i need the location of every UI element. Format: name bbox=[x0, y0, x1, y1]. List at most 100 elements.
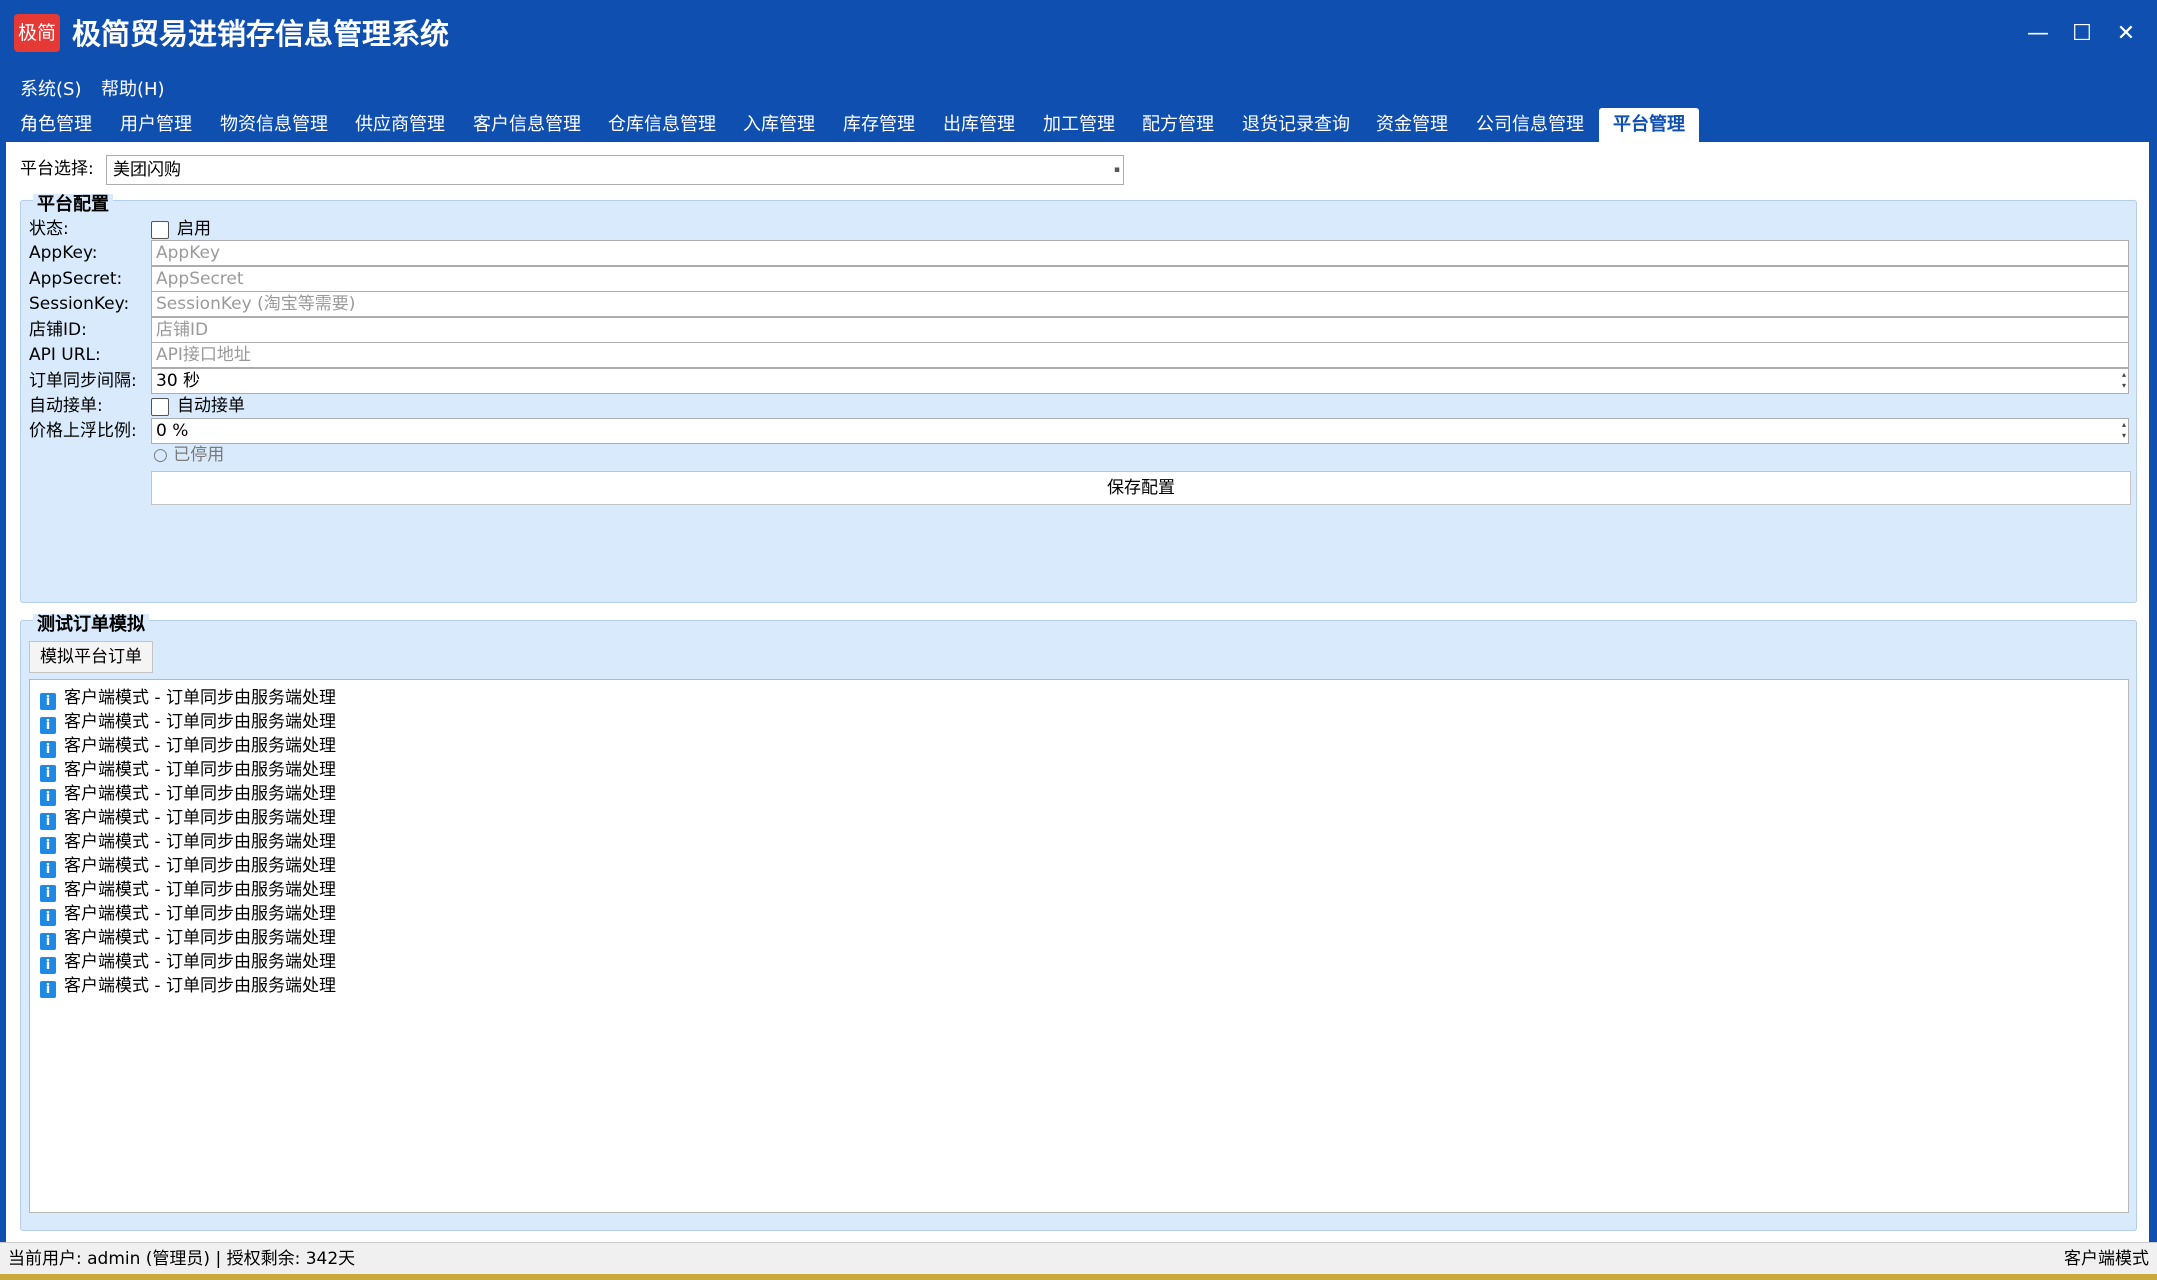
log-entry: i 客户端模式 - 订单同步由服务端处理 bbox=[40, 902, 336, 926]
menu-system[interactable]: 系统(S) bbox=[20, 72, 81, 108]
tab-stock-in[interactable]: 入库管理 bbox=[743, 108, 815, 142]
api-url-input[interactable] bbox=[151, 342, 2129, 368]
minimize-button[interactable]: — bbox=[2016, 18, 2060, 50]
auto-accept-label: 自动接单: bbox=[29, 396, 103, 416]
tab-content: 平台选择: 美团闪购 ▪ 平台配置 状态: 启用 AppKey: AppSecr… bbox=[6, 142, 2149, 1242]
price-ratio-label: 价格上浮比例: bbox=[29, 421, 137, 441]
log-entry: i 客户端模式 - 订单同步由服务端处理 bbox=[40, 830, 336, 854]
info-icon: i bbox=[40, 789, 56, 806]
log-entry-text: 客户端模式 - 订单同步由服务端处理 bbox=[64, 688, 336, 708]
log-entry: i 客户端模式 - 订单同步由服务端处理 bbox=[40, 974, 336, 998]
log-entry: i 客户端模式 - 订单同步由服务端处理 bbox=[40, 758, 336, 782]
log-entry: i 客户端模式 - 订单同步由服务端处理 bbox=[40, 686, 336, 710]
log-entry-text: 客户端模式 - 订单同步由服务端处理 bbox=[64, 736, 336, 756]
tab-stock-out[interactable]: 出库管理 bbox=[943, 108, 1015, 142]
platform-config-group: 平台配置 状态: 启用 AppKey: AppSecret: SessionKe… bbox=[20, 194, 2137, 603]
simulate-order-button[interactable]: 模拟平台订单 bbox=[29, 641, 153, 673]
tab-returns-query[interactable]: 退货记录查询 bbox=[1242, 108, 1350, 142]
tab-customer-info[interactable]: 客户信息管理 bbox=[473, 108, 581, 142]
current-user-status: 当前用户: admin (管理员) | 授权剩余: 342天 bbox=[8, 1249, 356, 1269]
test-order-title: 测试订单模拟 bbox=[33, 614, 149, 636]
appkey-input[interactable] bbox=[151, 240, 2129, 266]
appsecret-input[interactable] bbox=[151, 266, 2129, 292]
tab-platform-management[interactable]: 平台管理 bbox=[1599, 108, 1699, 142]
log-entry-text: 客户端模式 - 订单同步由服务端处理 bbox=[64, 928, 336, 948]
sync-interval-value: 30 秒 bbox=[156, 371, 201, 391]
log-entry: i 客户端模式 - 订单同步由服务端处理 bbox=[40, 950, 336, 974]
tab-material-info[interactable]: 物资信息管理 bbox=[220, 108, 328, 142]
info-icon: i bbox=[40, 981, 56, 998]
platform-select[interactable]: 美团闪购 ▪ bbox=[106, 155, 1124, 185]
appkey-label: AppKey: bbox=[29, 243, 98, 263]
spinner-arrows-icon[interactable]: ▴ ▾ bbox=[2122, 369, 2126, 391]
log-entry-text: 客户端模式 - 订单同步由服务端处理 bbox=[64, 784, 336, 804]
menu-bar: 系统(S) 帮助(H) bbox=[0, 72, 2157, 108]
platform-status-text: ○ 已停用 bbox=[153, 445, 225, 465]
menu-help[interactable]: 帮助(H) bbox=[101, 72, 165, 108]
tab-supplier-management[interactable]: 供应商管理 bbox=[355, 108, 445, 142]
save-config-button[interactable]: 保存配置 bbox=[151, 471, 2131, 505]
log-entry: i 客户端模式 - 订单同步由服务端处理 bbox=[40, 782, 336, 806]
info-icon: i bbox=[40, 909, 56, 926]
close-button[interactable]: ✕ bbox=[2104, 18, 2148, 50]
tab-bar: 角色管理 用户管理 物资信息管理 供应商管理 客户信息管理 仓库信息管理 入库管… bbox=[0, 108, 2157, 142]
window-title: 极简贸易进销存信息管理系统 bbox=[72, 17, 450, 51]
log-entry: i 客户端模式 - 订单同步由服务端处理 bbox=[40, 926, 336, 950]
sessionkey-input[interactable] bbox=[151, 291, 2129, 317]
tab-company-info[interactable]: 公司信息管理 bbox=[1476, 108, 1584, 142]
tab-recipe[interactable]: 配方管理 bbox=[1142, 108, 1214, 142]
info-icon: i bbox=[40, 837, 56, 854]
info-icon: i bbox=[40, 693, 56, 710]
api-url-label: API URL: bbox=[29, 345, 101, 365]
app-window: 极简 极简贸易进销存信息管理系统 — ☐ ✕ 系统(S) 帮助(H) 角色管理 … bbox=[0, 0, 2157, 1280]
log-entry: i 客户端模式 - 订单同步由服务端处理 bbox=[40, 854, 336, 878]
tab-funds[interactable]: 资金管理 bbox=[1376, 108, 1448, 142]
appsecret-label: AppSecret: bbox=[29, 269, 123, 289]
log-entry-text: 客户端模式 - 订单同步由服务端处理 bbox=[64, 808, 336, 828]
log-list[interactable]: i 客户端模式 - 订单同步由服务端处理 i 客户端模式 - 订单同步由服务端处理 i 客… bbox=[29, 679, 2129, 1213]
price-ratio-spinner[interactable]: 0 % ▴ ▾ bbox=[151, 418, 2129, 444]
auto-accept-checkbox[interactable] bbox=[151, 398, 169, 416]
tab-processing[interactable]: 加工管理 bbox=[1043, 108, 1115, 142]
test-order-group: 测试订单模拟 模拟平台订单 i 客户端模式 - 订单同步由服务端处理 i 客户端模式 … bbox=[20, 614, 2137, 1231]
shop-id-label: 店铺ID: bbox=[29, 320, 87, 340]
sync-interval-label: 订单同步间隔: bbox=[29, 371, 137, 391]
info-icon: i bbox=[40, 813, 56, 830]
status-bar: 当前用户: admin (管理员) | 授权剩余: 342天 客户端模式 bbox=[0, 1242, 2157, 1275]
info-icon: i bbox=[40, 861, 56, 878]
platform-select-label: 平台选择: bbox=[20, 159, 94, 179]
bottom-strip bbox=[0, 1274, 2157, 1280]
tab-role-management[interactable]: 角色管理 bbox=[20, 108, 92, 142]
log-entry-text: 客户端模式 - 订单同步由服务端处理 bbox=[64, 952, 336, 972]
shop-id-input[interactable] bbox=[151, 317, 2129, 343]
log-entry-text: 客户端模式 - 订单同步由服务端处理 bbox=[64, 976, 336, 996]
client-mode-status: 客户端模式 bbox=[2064, 1249, 2149, 1269]
log-entry-text: 客户端模式 - 订单同步由服务端处理 bbox=[64, 832, 336, 852]
log-entry: i 客户端模式 - 订单同步由服务端处理 bbox=[40, 710, 336, 734]
sync-interval-spinner[interactable]: 30 秒 ▴ ▾ bbox=[151, 368, 2129, 394]
log-entry-text: 客户端模式 - 订单同步由服务端处理 bbox=[64, 712, 336, 732]
log-entry: i 客户端模式 - 订单同步由服务端处理 bbox=[40, 878, 336, 902]
log-entry-text: 客户端模式 - 订单同步由服务端处理 bbox=[64, 880, 336, 900]
price-ratio-value: 0 % bbox=[156, 421, 189, 441]
log-entry: i 客户端模式 - 订单同步由服务端处理 bbox=[40, 806, 336, 830]
info-icon: i bbox=[40, 741, 56, 758]
log-entry: i 客户端模式 - 订单同步由服务端处理 bbox=[40, 734, 336, 758]
info-icon: i bbox=[40, 933, 56, 950]
sessionkey-label: SessionKey: bbox=[29, 294, 130, 314]
tab-user-management[interactable]: 用户管理 bbox=[120, 108, 192, 142]
title-bar: 极简 极简贸易进销存信息管理系统 — ☐ ✕ bbox=[0, 0, 2157, 72]
info-icon: i bbox=[40, 957, 56, 974]
spinner-arrows-icon[interactable]: ▴ ▾ bbox=[2122, 419, 2126, 441]
platform-config-title: 平台配置 bbox=[33, 194, 113, 216]
info-icon: i bbox=[40, 717, 56, 734]
enable-checkbox[interactable] bbox=[151, 221, 169, 239]
enable-checkbox-label[interactable]: 启用 bbox=[177, 215, 211, 243]
dropdown-arrow-icon: ▪ bbox=[1113, 165, 1120, 175]
log-entry-text: 客户端模式 - 订单同步由服务端处理 bbox=[64, 856, 336, 876]
tab-warehouse-info[interactable]: 仓库信息管理 bbox=[608, 108, 716, 142]
maximize-button[interactable]: ☐ bbox=[2060, 18, 2104, 50]
auto-accept-checkbox-label[interactable]: 自动接单 bbox=[177, 392, 245, 420]
tab-inventory[interactable]: 库存管理 bbox=[843, 108, 915, 142]
platform-select-value: 美团闪购 bbox=[113, 160, 181, 180]
